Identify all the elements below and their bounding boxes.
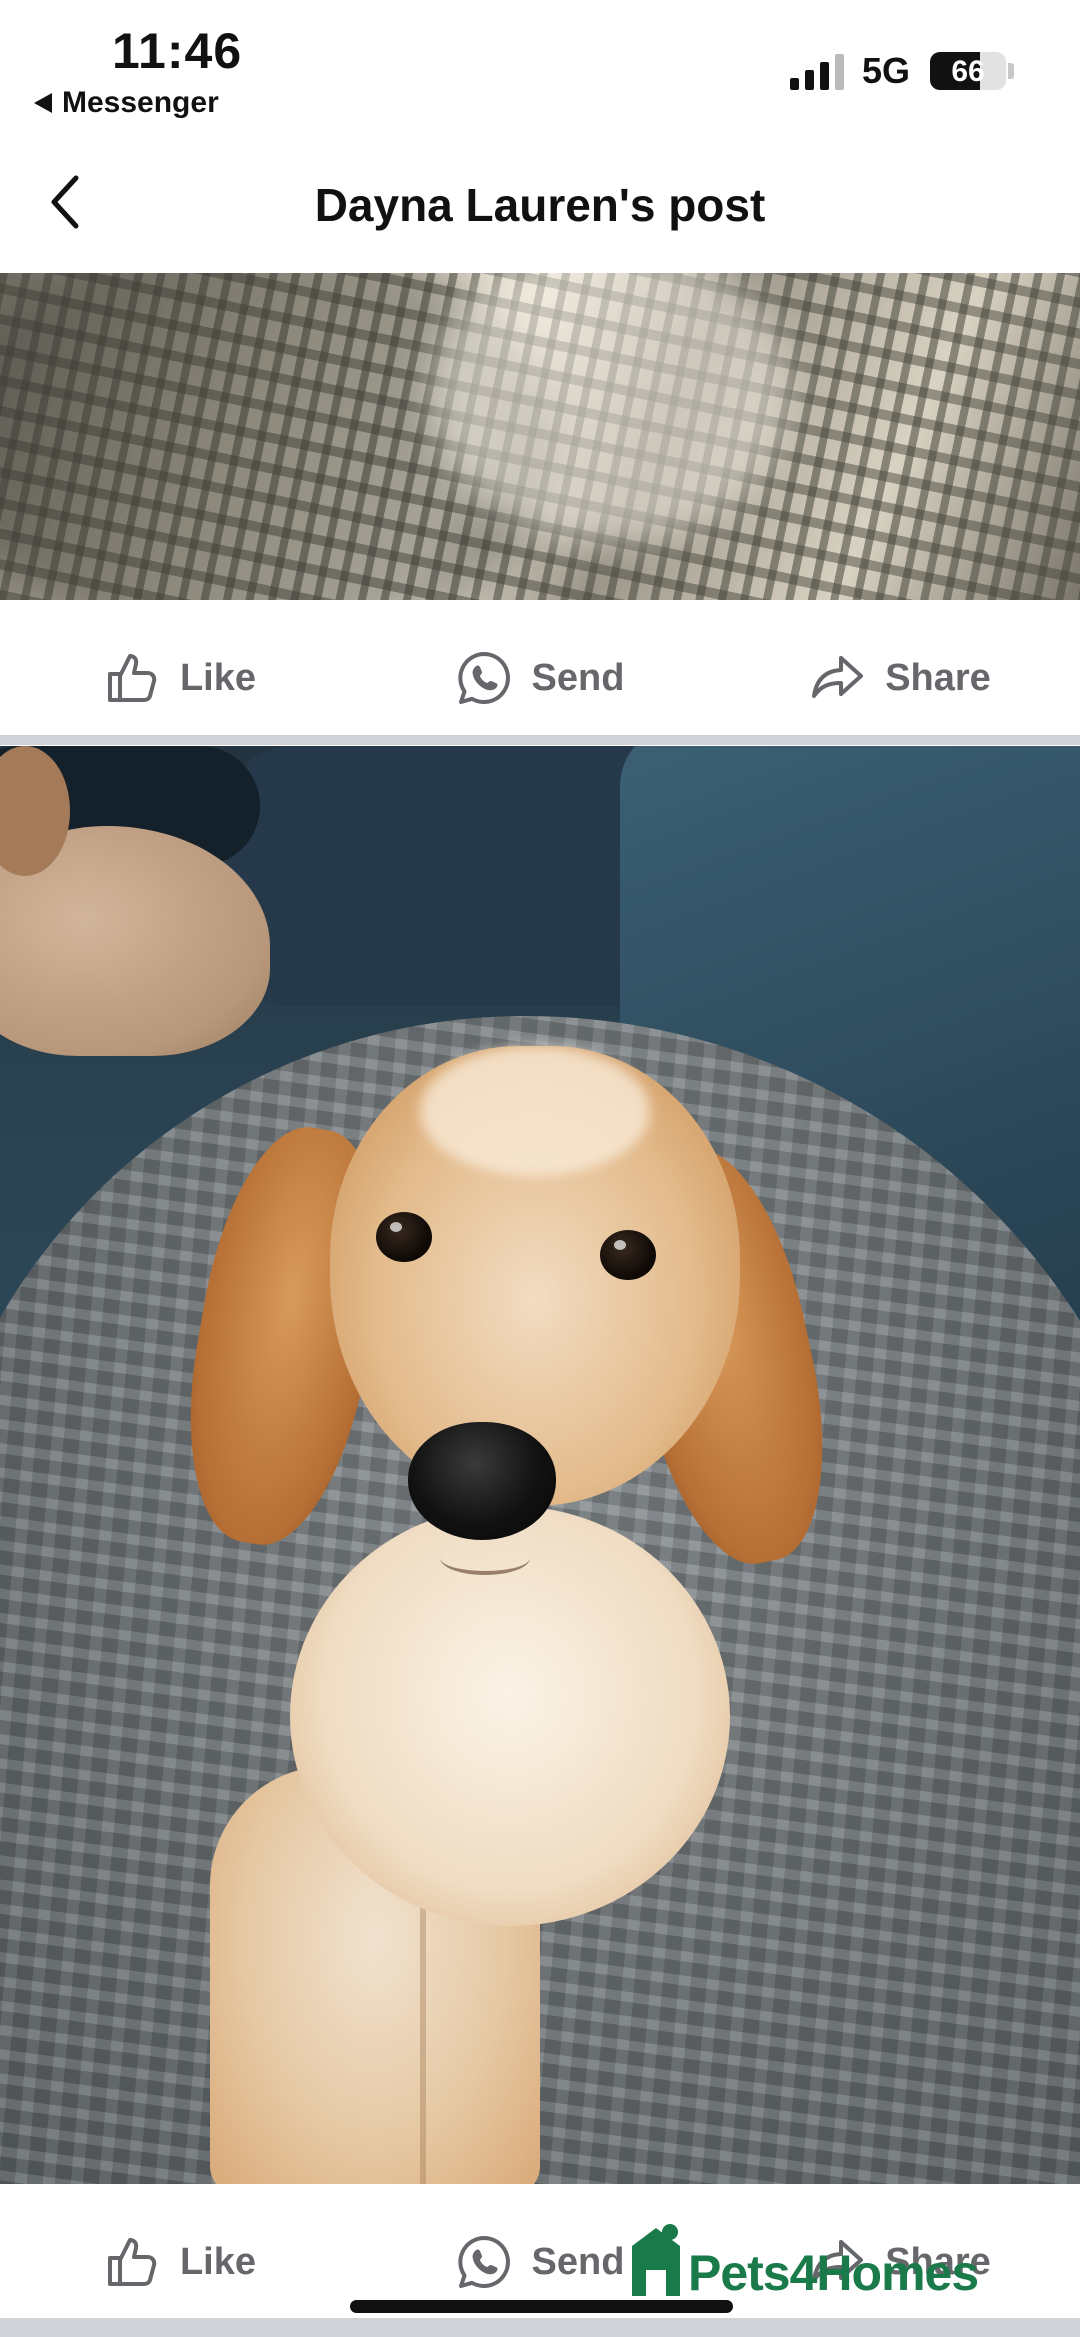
puppy-eye-left bbox=[376, 1212, 432, 1262]
send-label: Send bbox=[531, 2240, 625, 2283]
share-label: Share bbox=[885, 656, 991, 699]
signal-strength-icon bbox=[790, 52, 844, 90]
battery-cap bbox=[1008, 63, 1014, 79]
like-button[interactable]: Like bbox=[0, 650, 360, 706]
whatsapp-icon bbox=[457, 652, 510, 704]
like-button[interactable]: Like bbox=[0, 2234, 360, 2290]
pets4homes-watermark: Pets4Homes bbox=[626, 2222, 979, 2301]
status-time: 11:46 bbox=[112, 23, 243, 79]
back-to-messenger[interactable]: Messenger bbox=[34, 86, 219, 120]
battery-percent: 66 bbox=[951, 55, 985, 88]
network-type: 5G bbox=[862, 50, 911, 91]
back-triangle-icon bbox=[34, 93, 52, 113]
thumbs-up-icon bbox=[107, 2238, 157, 2286]
page-title: Dayna Lauren's post bbox=[314, 179, 766, 231]
puppy-eye-right bbox=[600, 1230, 656, 1280]
battery-icon: 66 bbox=[930, 52, 1006, 90]
puppy-nose bbox=[408, 1422, 556, 1540]
watermark-text: Pets4Homes bbox=[688, 2245, 979, 2301]
pets4homes-logo-icon bbox=[632, 2224, 680, 2296]
whatsapp-icon bbox=[457, 2236, 510, 2288]
puppy-crown bbox=[420, 1046, 650, 1176]
share-arrow-icon bbox=[812, 656, 864, 698]
home-indicator[interactable] bbox=[350, 2300, 733, 2313]
share-button[interactable]: Share bbox=[720, 650, 1080, 706]
post-photo-fabric[interactable] bbox=[0, 273, 1080, 600]
post-separator bbox=[0, 735, 1080, 745]
post-photo-puppy[interactable] bbox=[0, 746, 1080, 2184]
back-app-label: Messenger bbox=[62, 86, 219, 119]
post-actions-top: Like Send Share bbox=[0, 612, 1080, 744]
thumbs-up-icon bbox=[107, 654, 157, 702]
bottom-separator bbox=[0, 2318, 1080, 2337]
send-button[interactable]: Send bbox=[360, 650, 720, 706]
like-label: Like bbox=[179, 2240, 257, 2283]
send-label: Send bbox=[531, 656, 625, 699]
like-label: Like bbox=[179, 656, 257, 699]
puppy-mouth bbox=[440, 1541, 530, 1575]
